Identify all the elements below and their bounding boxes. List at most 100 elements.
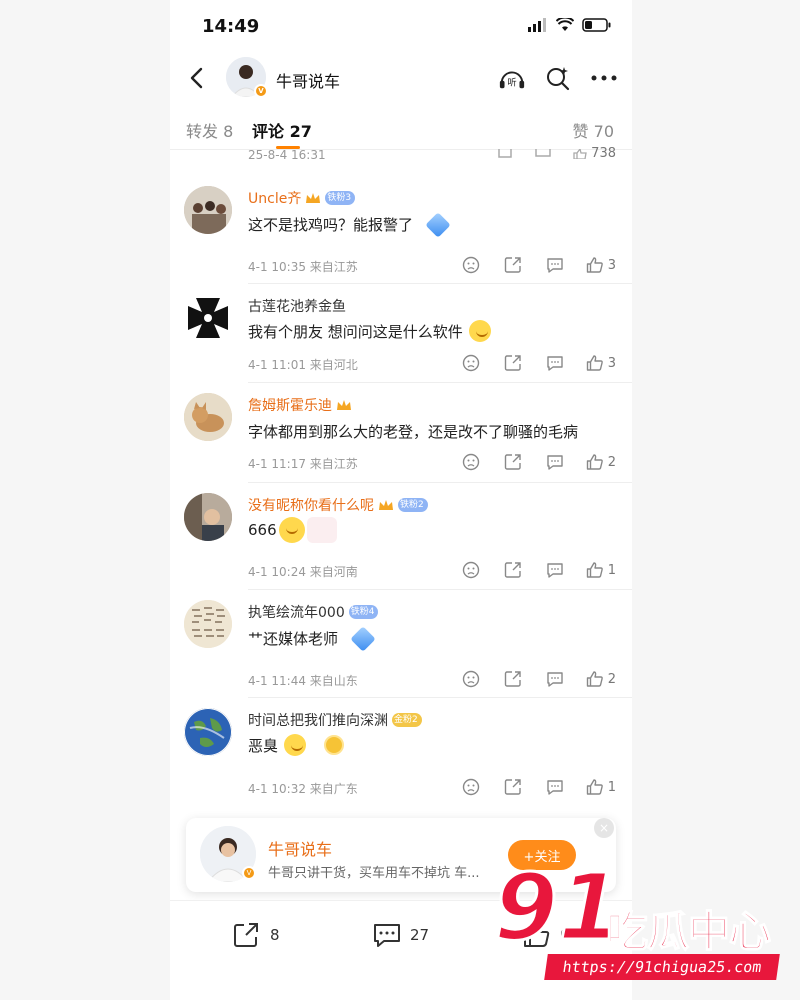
emoji-sticker-icon	[278, 517, 305, 543]
status-bar: 14:49	[170, 0, 632, 54]
share-button[interactable]	[502, 776, 524, 798]
commenter-name-text: Uncle齐	[248, 191, 302, 207]
reply-button[interactable]	[544, 559, 566, 581]
comment-text: 我有个朋友 想问问这是什么软件	[248, 320, 491, 342]
like-count: 2	[607, 454, 616, 470]
sad-face-icon	[462, 453, 480, 471]
commenter-name[interactable]: Uncle齐 铁粉3	[248, 188, 356, 208]
dislike-button[interactable]	[460, 352, 482, 374]
search-button[interactable]	[544, 64, 572, 92]
reply-button[interactable]	[544, 668, 566, 690]
watermark-url: https://91chigua25.com	[544, 954, 780, 980]
previous-comment-meta: 25-8-4 16:31	[248, 148, 326, 162]
commenter-name[interactable]: 时间总把我们推向深渊 金粉2	[248, 710, 422, 730]
cat-avatar-icon	[184, 393, 232, 441]
like-button[interactable]: 2	[586, 453, 616, 471]
listen-label: 听	[507, 77, 516, 88]
dislike-button[interactable]	[460, 776, 482, 798]
like-button[interactable]: 3	[586, 256, 616, 274]
verified-badge-icon: V	[242, 866, 256, 880]
like-button[interactable]: 1	[586, 778, 616, 796]
comment-bubble-icon	[547, 780, 563, 795]
comment-text-content: 艹还媒体老师	[248, 630, 339, 648]
like-button[interactable]: 2	[586, 670, 616, 688]
reply-button[interactable]	[544, 776, 566, 798]
reply-icon[interactable]	[535, 148, 551, 159]
tab-likes[interactable]: 赞 70	[573, 118, 614, 142]
follow-card-description: 牛哥只讲干货，买车用车不掉坑 车...	[268, 866, 480, 881]
fan-badge: 铁粉2	[398, 498, 428, 512]
back-button[interactable]	[180, 62, 212, 94]
commenter-avatar[interactable]	[184, 393, 232, 441]
wifi-icon	[556, 18, 574, 31]
commenter-avatar[interactable]	[184, 600, 232, 648]
share-button[interactable]	[502, 352, 524, 374]
listen-button[interactable]: 听	[498, 64, 526, 92]
comment-bubble-icon	[547, 258, 563, 273]
commenter-avatar[interactable]	[184, 294, 232, 342]
thumbs-up-icon	[586, 355, 603, 371]
comment-text: 字体都用到那么大的老登，还是改不了聊骚的毛病	[248, 421, 578, 442]
follow-card-name[interactable]: 牛哥说车	[268, 836, 332, 860]
reply-button[interactable]	[544, 451, 566, 473]
chevron-left-icon	[190, 67, 203, 89]
commenter-avatar[interactable]	[184, 708, 232, 756]
tab-reposts[interactable]: 转发 8	[186, 118, 233, 142]
more-button[interactable]	[590, 64, 618, 92]
like-button[interactable]: 738	[573, 146, 616, 161]
comment-item: 古莲花池养金鱼 我有个朋友 想问问这是什么软件 4-1 11:01 来自河北 3	[170, 284, 632, 383]
repost-action[interactable]: 8	[232, 921, 280, 949]
close-button[interactable]: ×	[594, 818, 614, 838]
commenter-name[interactable]: 古莲花池养金鱼	[248, 296, 346, 316]
comment-actions: 1	[460, 559, 616, 581]
tab-comments[interactable]: 评论 27	[252, 118, 312, 142]
comment-meta: 4-1 10:24 来自河南	[248, 565, 358, 579]
share-button[interactable]	[502, 668, 524, 690]
reply-button[interactable]	[544, 352, 566, 374]
earth-avatar-icon	[184, 708, 232, 756]
commenter-name[interactable]: 没有昵称你看什么呢 铁粉2	[248, 495, 428, 515]
dislike-button[interactable]	[460, 254, 482, 276]
comment-text: 恶臭	[248, 734, 345, 756]
group-photo-avatar-icon	[184, 186, 232, 234]
site-watermark: 91 吃瓜中心 https://91chigua25.com	[492, 860, 794, 992]
comment-count: 27	[410, 926, 430, 944]
commenter-avatar[interactable]	[184, 493, 232, 541]
phone-screen: 14:49 V 牛哥说车 听 转发 8 评论 27 赞 70 25-8-4 16…	[170, 0, 632, 1000]
comment-actions: 1	[460, 776, 616, 798]
commenter-name[interactable]: 詹姆斯霍乐迪	[248, 395, 352, 415]
share-icon	[504, 355, 521, 371]
dislike-button[interactable]	[460, 668, 482, 690]
commenter-avatar[interactable]	[184, 186, 232, 234]
comment-bubble-icon	[547, 356, 563, 371]
share-icon	[504, 671, 521, 687]
nav-title[interactable]: 牛哥说车	[276, 68, 340, 92]
commenter-name-text: 詹姆斯霍乐迪	[248, 398, 332, 414]
comment-bubble-icon	[547, 672, 563, 687]
share-button[interactable]	[502, 254, 524, 276]
like-button[interactable]: 3	[586, 354, 616, 372]
share-button[interactable]	[502, 451, 524, 473]
like-button[interactable]: 1	[586, 561, 616, 579]
comment-action[interactable]: 27	[372, 921, 429, 949]
sad-face-icon	[462, 354, 480, 372]
share-icon[interactable]	[497, 148, 513, 159]
share-button[interactable]	[502, 559, 524, 581]
iron-cross-avatar-icon	[184, 294, 232, 342]
comment-text-content: 恶臭	[248, 736, 279, 755]
headphones-icon: 听	[499, 71, 525, 88]
thumbs-up-icon	[586, 671, 603, 687]
diamond-sticker-icon	[350, 625, 376, 652]
like-count: 3	[607, 257, 616, 273]
commenter-name-text: 没有昵称你看什么呢	[248, 498, 374, 514]
like-count: 738	[591, 146, 616, 161]
dislike-button[interactable]	[460, 451, 482, 473]
reply-button[interactable]	[544, 254, 566, 276]
commenter-name[interactable]: 执笔绘流年000 铁粉4	[248, 602, 379, 622]
comment-actions: 2	[460, 451, 616, 473]
crown-icon	[306, 193, 321, 203]
fan-badge: 铁粉4	[348, 605, 379, 619]
like-count: 1	[607, 779, 616, 795]
thumbs-up-icon	[586, 562, 603, 578]
dislike-button[interactable]	[460, 559, 482, 581]
